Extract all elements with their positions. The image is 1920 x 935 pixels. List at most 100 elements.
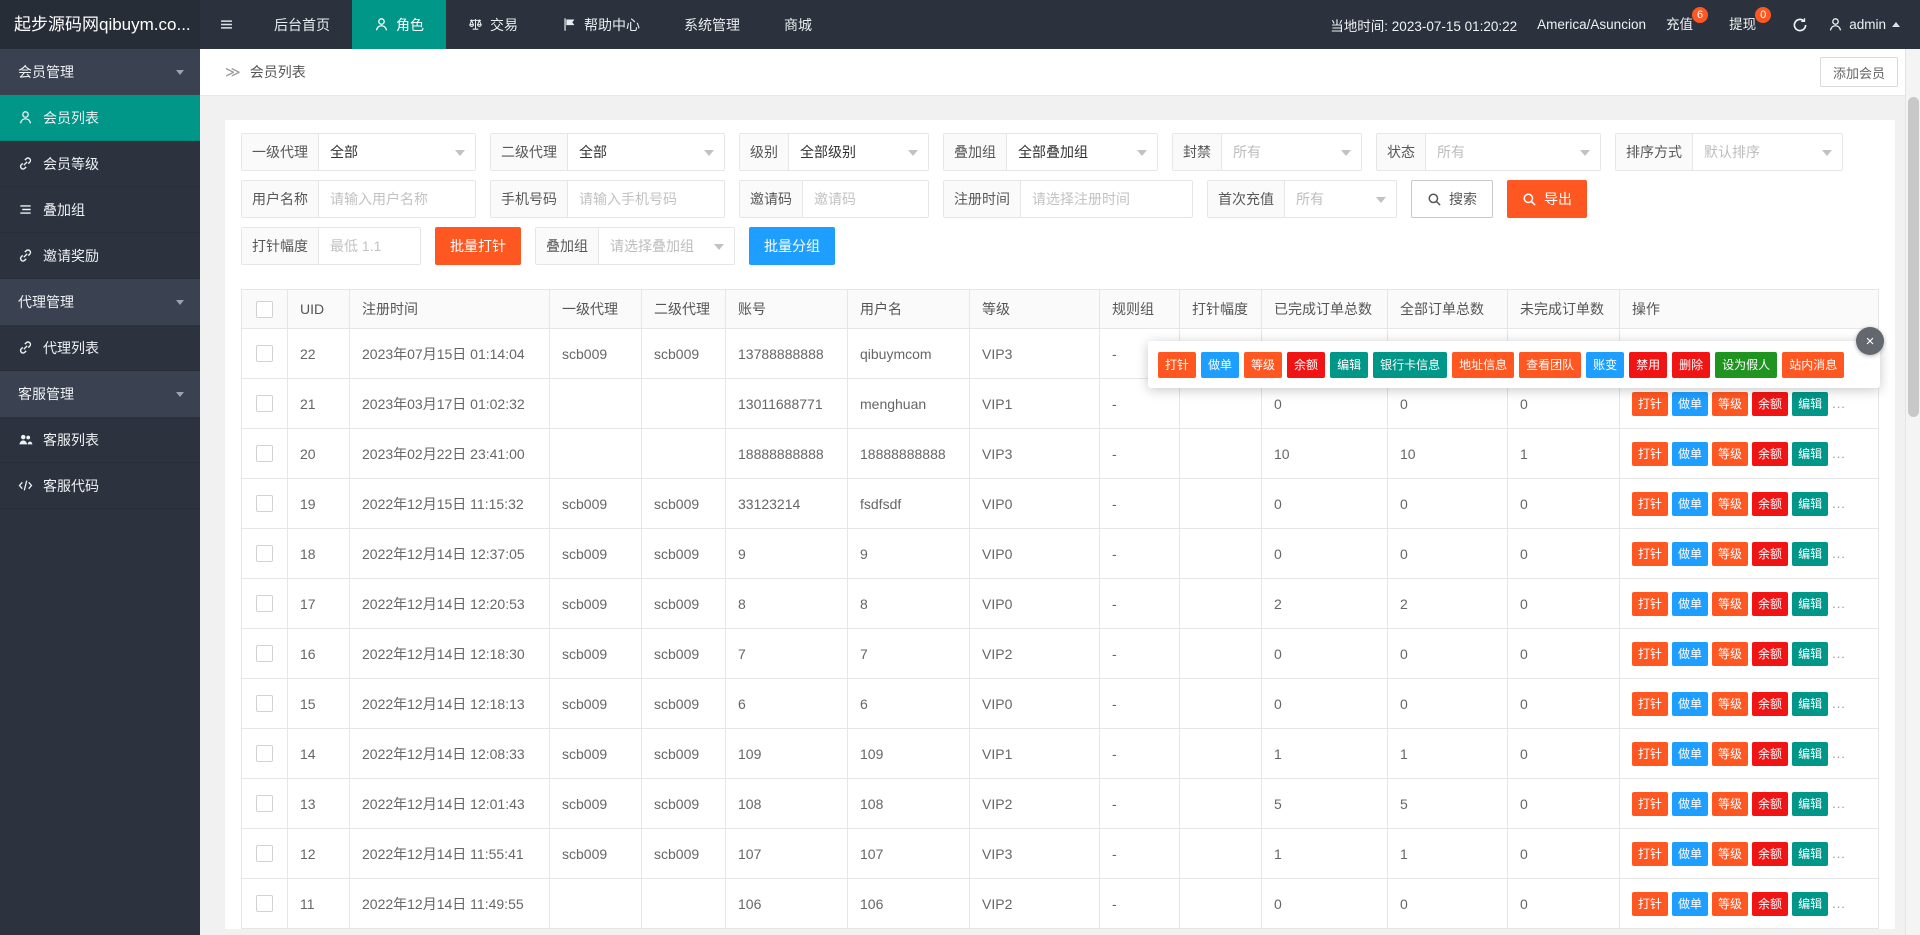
level-button[interactable]: 等级 [1712, 791, 1749, 816]
edit-button[interactable]: 编辑 [1792, 741, 1829, 766]
inject-button[interactable]: 打针 [1632, 691, 1669, 716]
make-order-button[interactable]: 做单 [1672, 541, 1709, 566]
sidebar-item-invite-reward[interactable]: 邀请奖励 [0, 233, 200, 279]
delete-button[interactable]: 删除 [1672, 351, 1711, 378]
balance-button[interactable]: 余额 [1752, 641, 1789, 666]
make-order-button[interactable]: 做单 [1672, 691, 1709, 716]
row-checkbox[interactable] [256, 595, 273, 613]
disable-button[interactable]: 禁用 [1629, 351, 1668, 378]
sidebar-item-agent-list[interactable]: 代理列表 [0, 325, 200, 371]
page-scrollbar[interactable] [1905, 49, 1920, 935]
level-button[interactable]: 等级 [1712, 391, 1749, 416]
ban-filter[interactable]: 封禁 所有 [1172, 133, 1362, 171]
sidebar-group-member-management[interactable]: 会员管理 [0, 49, 200, 95]
balance-button[interactable]: 余额 [1752, 891, 1789, 916]
edit-button[interactable]: 编辑 [1792, 841, 1829, 866]
level-button[interactable]: 等级 [1712, 891, 1749, 916]
recharge-link[interactable]: 充值 6 [1666, 0, 1709, 49]
inject-button[interactable]: 打针 [1632, 491, 1669, 516]
inject-button[interactable]: 打针 [1632, 791, 1669, 816]
more-actions-button[interactable]: ... [1832, 496, 1846, 511]
balance-button[interactable]: 余额 [1752, 391, 1789, 416]
edit-button[interactable]: 编辑 [1792, 491, 1829, 516]
sidebar-group-agent-management[interactable]: 代理管理 [0, 279, 200, 325]
more-actions-button[interactable]: ... [1832, 646, 1846, 661]
row-checkbox[interactable] [256, 745, 273, 763]
row-checkbox[interactable] [256, 645, 273, 663]
reg-time-input[interactable] [1021, 181, 1192, 217]
site-message-button[interactable]: 站内消息 [1782, 351, 1845, 378]
balance-button[interactable]: 余额 [1287, 351, 1326, 378]
row-checkbox[interactable] [256, 395, 273, 413]
make-order-button[interactable]: 做单 [1672, 741, 1709, 766]
more-actions-button[interactable]: ... [1832, 696, 1846, 711]
more-actions-button[interactable]: ... [1832, 546, 1846, 561]
edit-button[interactable]: 编辑 [1792, 541, 1829, 566]
add-member-button[interactable]: 添加会员 [1819, 57, 1898, 87]
bank-info-button[interactable]: 银行卡信息 [1373, 351, 1448, 378]
set-dummy-button[interactable]: 设为假人 [1715, 351, 1778, 378]
more-actions-button[interactable]: ... [1832, 396, 1846, 411]
edit-button[interactable]: 编辑 [1792, 791, 1829, 816]
inject-button[interactable]: 打针 [1632, 441, 1669, 466]
sidebar-toggle-button[interactable] [200, 0, 252, 49]
level-button[interactable]: 等级 [1712, 491, 1749, 516]
inject-button[interactable]: 打针 [1632, 841, 1669, 866]
row-checkbox[interactable] [256, 845, 273, 863]
batch-group-button[interactable]: 批量分组 [749, 227, 835, 265]
level-button[interactable]: 等级 [1712, 591, 1749, 616]
make-order-button[interactable]: 做单 [1672, 891, 1709, 916]
withdraw-link[interactable]: 提现 0 [1729, 0, 1772, 49]
admin-menu[interactable]: admin [1828, 17, 1900, 32]
row-checkbox[interactable] [256, 495, 273, 513]
inject-button[interactable]: 打针 [1632, 541, 1669, 566]
balance-button[interactable]: 余额 [1752, 491, 1789, 516]
username-input[interactable] [319, 181, 475, 217]
account-change-button[interactable]: 账变 [1586, 351, 1625, 378]
edit-button[interactable]: 编辑 [1792, 641, 1829, 666]
level-button[interactable]: 等级 [1712, 691, 1749, 716]
balance-button[interactable]: 余额 [1752, 841, 1789, 866]
inject-button[interactable]: 打针 [1632, 591, 1669, 616]
agent1-filter[interactable]: 一级代理 全部 [241, 133, 476, 171]
level-button[interactable]: 等级 [1712, 541, 1749, 566]
more-actions-button[interactable]: ... [1832, 796, 1846, 811]
invite-code-input[interactable] [803, 181, 928, 217]
row-checkbox[interactable] [256, 545, 273, 563]
level-button[interactable]: 等级 [1244, 351, 1283, 378]
edit-button[interactable]: 编辑 [1792, 691, 1829, 716]
nav-item-home[interactable]: 后台首页 [252, 0, 352, 49]
inject-button[interactable]: 打针 [1632, 391, 1669, 416]
batch-inject-button[interactable]: 批量打针 [435, 227, 521, 265]
nav-item-trade[interactable]: 交易 [446, 0, 540, 49]
level-button[interactable]: 等级 [1712, 441, 1749, 466]
inject-button[interactable]: 打针 [1632, 741, 1669, 766]
make-order-button[interactable]: 做单 [1672, 591, 1709, 616]
edit-button[interactable]: 编辑 [1330, 351, 1369, 378]
row-checkbox[interactable] [256, 345, 273, 363]
row-checkbox[interactable] [256, 795, 273, 813]
level-button[interactable]: 等级 [1712, 741, 1749, 766]
balance-button[interactable]: 余额 [1752, 791, 1789, 816]
inject-button[interactable]: 打针 [1632, 891, 1669, 916]
agent2-filter[interactable]: 二级代理 全部 [490, 133, 725, 171]
more-actions-button[interactable]: ... [1832, 846, 1846, 861]
make-order-button[interactable]: 做单 [1672, 841, 1709, 866]
balance-button[interactable]: 余额 [1752, 541, 1789, 566]
balance-button[interactable]: 余额 [1752, 591, 1789, 616]
make-order-button[interactable]: 做单 [1672, 391, 1709, 416]
inject-button[interactable]: 打针 [1158, 351, 1197, 378]
inject-range-input[interactable] [319, 228, 420, 264]
nav-item-mall[interactable]: 商城 [762, 0, 834, 49]
more-actions-button[interactable]: ... [1832, 896, 1846, 911]
nav-item-system[interactable]: 系统管理 [662, 0, 762, 49]
make-order-button[interactable]: 做单 [1672, 791, 1709, 816]
view-team-button[interactable]: 查看团队 [1519, 351, 1582, 378]
status-filter[interactable]: 状态 所有 [1376, 133, 1601, 171]
scrollbar-thumb[interactable] [1908, 97, 1919, 417]
edit-button[interactable]: 编辑 [1792, 891, 1829, 916]
balance-button[interactable]: 余额 [1752, 691, 1789, 716]
row-checkbox[interactable] [256, 445, 273, 463]
edit-button[interactable]: 编辑 [1792, 441, 1829, 466]
stack-group-filter[interactable]: 叠加组 全部叠加组 [943, 133, 1158, 171]
